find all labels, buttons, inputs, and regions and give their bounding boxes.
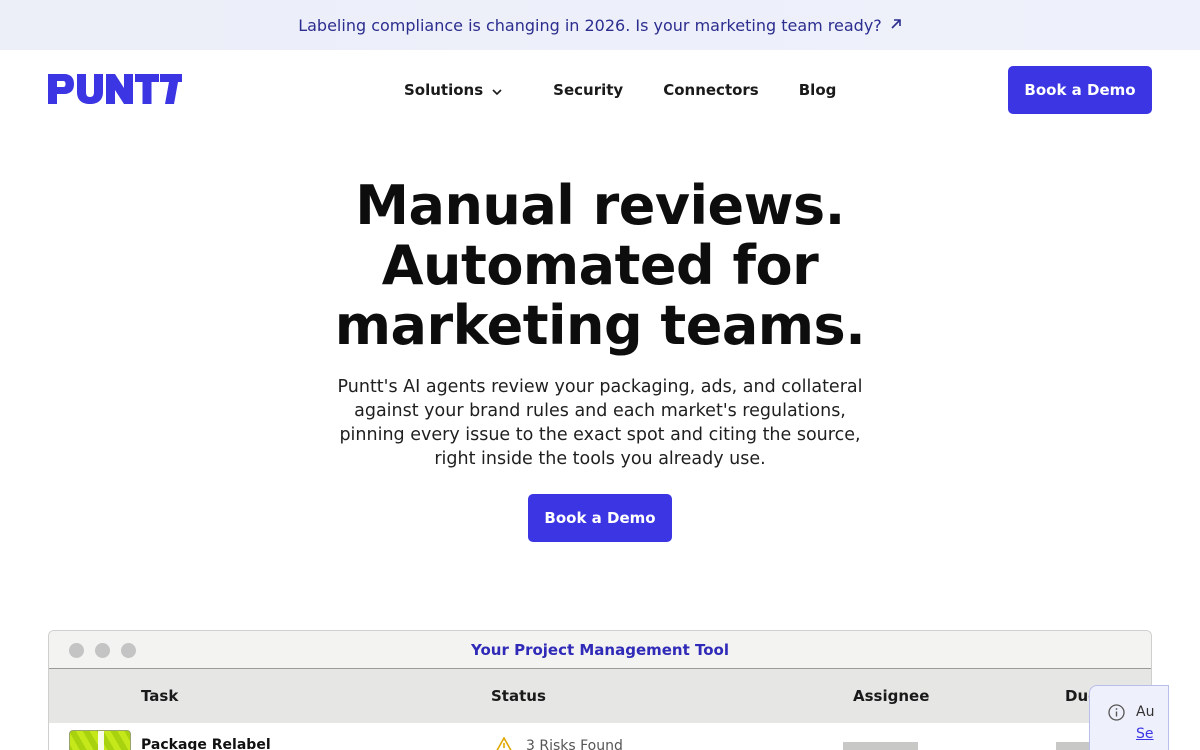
popover-link[interactable]: Se	[1136, 726, 1154, 742]
warning-icon	[494, 736, 514, 750]
mockup-titlebar: Your Project Management Tool	[49, 631, 1151, 669]
chevron-down-icon	[491, 84, 503, 96]
column-header-task: Task	[141, 687, 179, 705]
hero-subtitle-line: pinning every issue to the exact spot an…	[339, 425, 861, 445]
popover-text: Au	[1136, 704, 1155, 720]
column-header-assignee: Assignee	[853, 687, 930, 705]
mockup-window-title: Your Project Management Tool	[470, 641, 729, 659]
top-navigation: Solutions Security Connectors Blog Book …	[0, 50, 1200, 130]
announcement-text[interactable]: Labeling compliance is changing in 2026.…	[298, 16, 882, 35]
table-header: Task Status Assignee Due	[49, 669, 1151, 723]
table-row[interactable]: Package Relabel 3 Risks Found	[49, 723, 1151, 750]
nav-connectors[interactable]: Connectors	[663, 81, 759, 99]
nav-solutions[interactable]: Solutions	[404, 81, 503, 99]
announcement-bar[interactable]: Labeling compliance is changing in 2026.…	[0, 0, 1200, 50]
task-thumbnail	[69, 730, 131, 750]
nav-solutions-label: Solutions	[404, 81, 484, 99]
hero-title-line: marketing teams.	[334, 294, 866, 357]
hero-subtitle: Puntt's AI agents review your packaging,…	[320, 375, 880, 471]
project-tool-mockup: Your Project Management Tool Task Status…	[48, 630, 1152, 750]
hero-title: Manual reviews. Automated for marketing …	[200, 176, 1000, 356]
info-icon	[1108, 704, 1125, 721]
nav-security[interactable]: Security	[553, 81, 623, 99]
status-text: 3 Risks Found	[526, 738, 623, 750]
hero-subtitle-line: against your brand rules and each market…	[354, 401, 846, 421]
nav-book-demo-button[interactable]: Book a Demo	[1008, 66, 1152, 114]
hero-book-demo-button[interactable]: Book a Demo	[528, 494, 672, 542]
arrow-up-right-icon	[890, 16, 902, 34]
assignee-placeholder	[843, 742, 918, 750]
hero-subtitle-line: Puntt's AI agents review your packaging,…	[337, 377, 863, 397]
nav-blog[interactable]: Blog	[799, 81, 837, 99]
puntt-logo[interactable]	[48, 74, 182, 108]
info-popover[interactable]: Au Se	[1089, 685, 1169, 750]
task-status: 3 Risks Found	[494, 736, 623, 750]
hero-title-line: Manual reviews.	[355, 174, 845, 237]
column-header-status: Status	[491, 687, 546, 705]
hero-subtitle-line: right inside the tools you already use.	[434, 449, 766, 469]
task-name: Package Relabel	[141, 737, 271, 750]
nav-links: Solutions Security Connectors Blog	[404, 80, 876, 100]
hero-title-line: Automated for	[381, 234, 819, 297]
